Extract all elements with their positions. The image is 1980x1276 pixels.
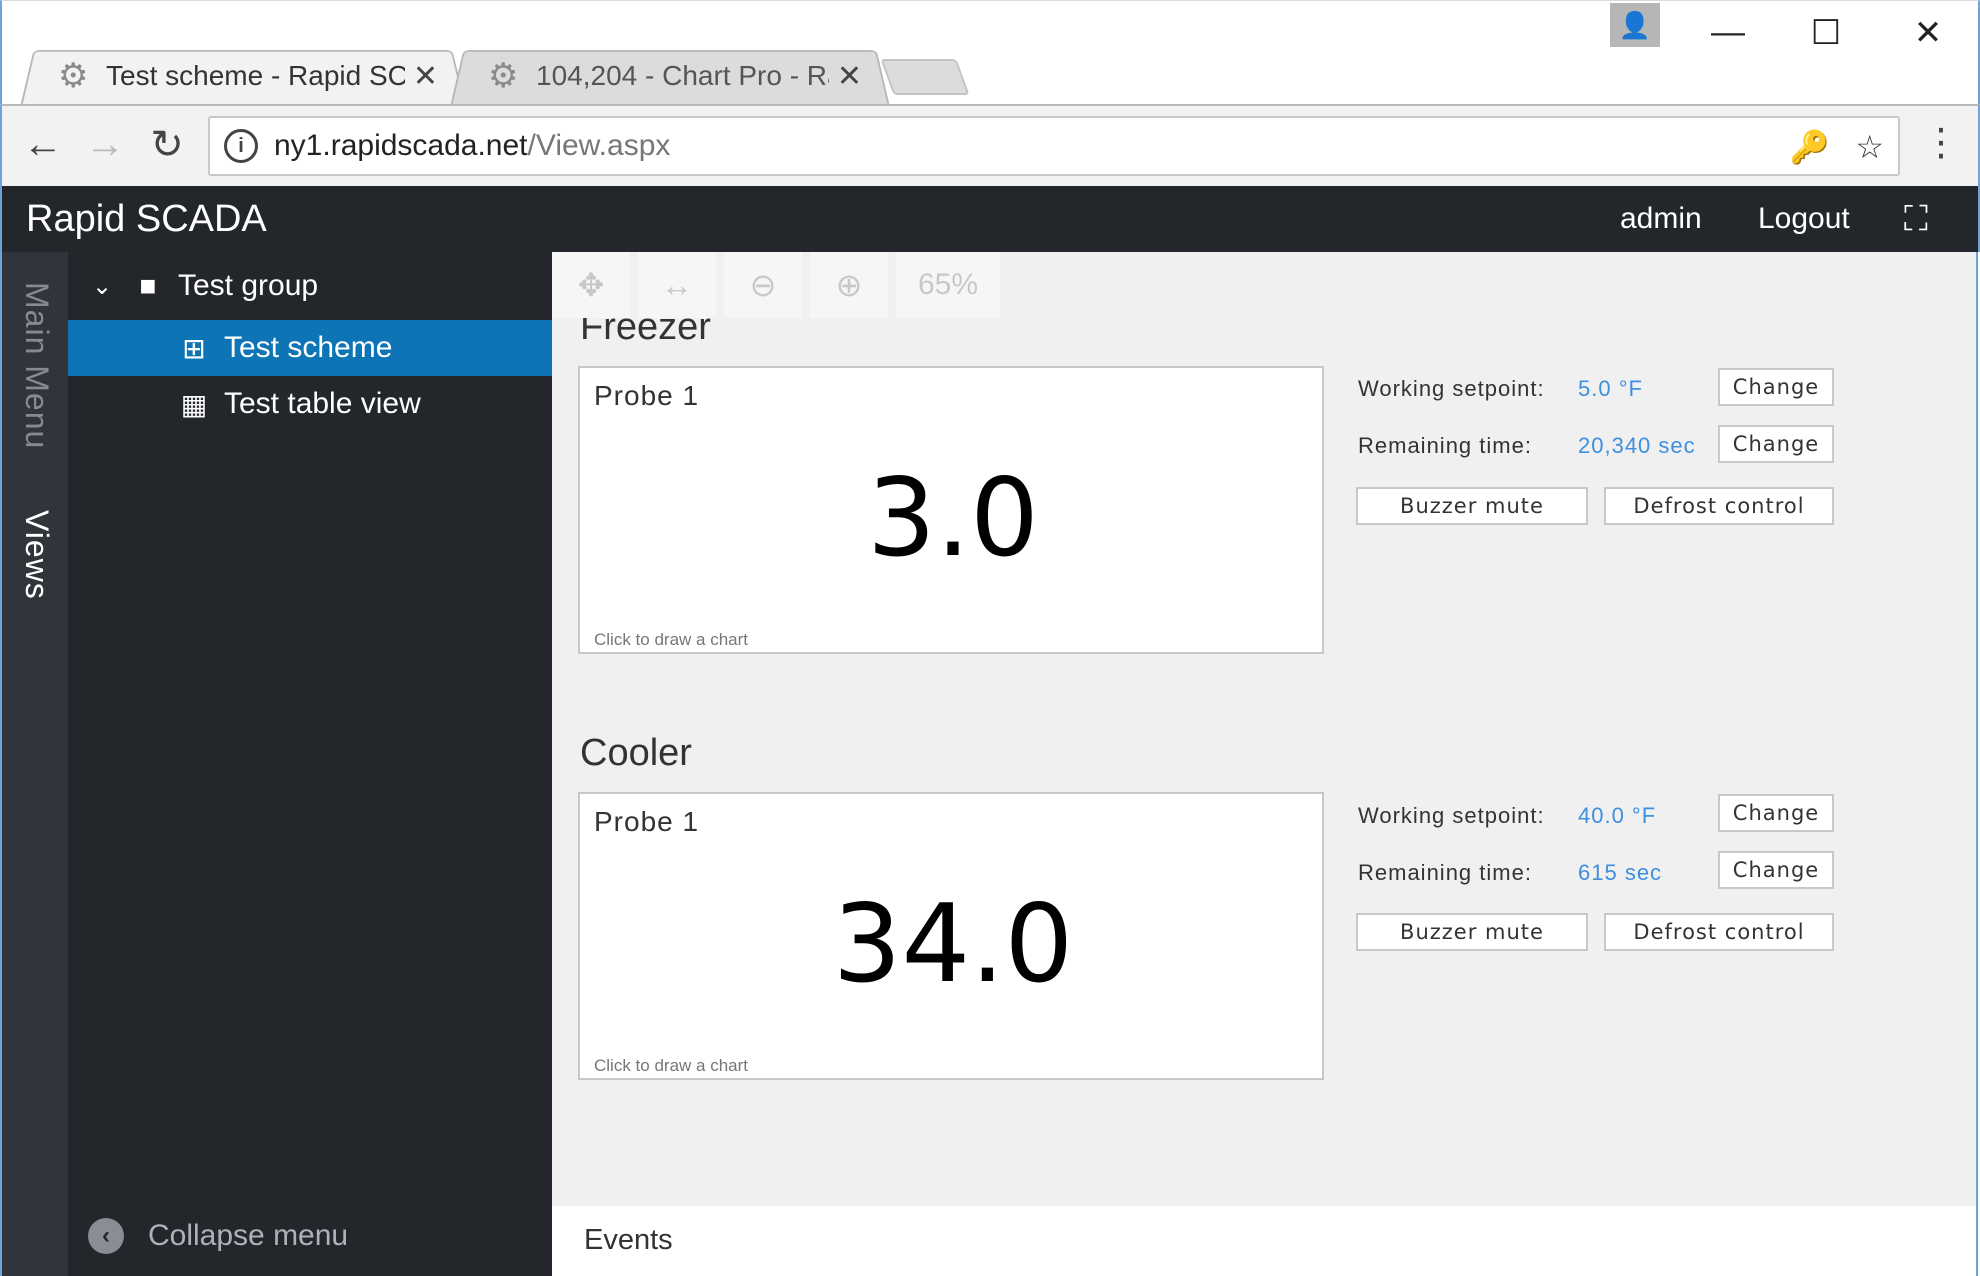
zoom-in-icon[interactable]: ⊕: [810, 252, 888, 318]
app-title: Rapid SCADA: [26, 198, 267, 240]
tab-views[interactable]: Views: [18, 510, 55, 600]
probe-display-cooler[interactable]: Probe 1 34.0 Click to draw a chart: [578, 792, 1324, 1080]
scheme-icon: ⊞: [182, 332, 206, 364]
setpoint-value: 40.0 °F: [1578, 803, 1657, 828]
zoom-level: 65%: [896, 252, 1000, 318]
reload-icon[interactable]: ↻: [142, 122, 192, 168]
zoom-out-icon[interactable]: ⊖: [724, 252, 802, 318]
remaining-time-label: Remaining time:: [1358, 860, 1532, 885]
fit-width-icon[interactable]: ↔: [638, 252, 716, 318]
buzzer-mute-button[interactable]: Buzzer mute: [1356, 487, 1588, 525]
probe-label: Probe 1: [594, 380, 700, 411]
change-remaining-button[interactable]: Change: [1718, 425, 1834, 463]
probe-display-freezer[interactable]: Probe 1 3.0 Click to draw a chart: [578, 366, 1324, 654]
defrost-control-button[interactable]: Defrost control: [1604, 913, 1834, 951]
fullscreen-icon[interactable]: ⛶: [1904, 200, 1928, 239]
setpoint-label: Working setpoint:: [1358, 803, 1545, 828]
tree-item-label: Test scheme: [224, 331, 393, 364]
view-tree: ⌄ ■ Test group ⊞ Test scheme ▦ Test tabl…: [68, 252, 552, 1276]
key-icon[interactable]: 🔑: [1789, 128, 1829, 166]
remaining-time-label: Remaining time:: [1358, 433, 1532, 458]
gear-icon: ⚙: [488, 57, 519, 95]
close-tab-icon[interactable]: ✕: [413, 59, 438, 94]
vertical-tab-bar: Main Menu Views: [0, 252, 68, 1276]
tree-group-label: Test group: [178, 269, 319, 302]
app-header: Rapid SCADA admin Logout ⛶: [0, 186, 1980, 252]
url-host: ny1.rapidscada.net: [274, 129, 528, 162]
setpoint-label: Working setpoint:: [1358, 376, 1545, 401]
folder-icon: ■: [139, 270, 157, 301]
logout-link[interactable]: Logout: [1758, 202, 1850, 236]
collapse-menu-label: Collapse menu: [148, 1219, 349, 1252]
tree-item-test-table-view[interactable]: ▦ Test table view: [68, 376, 552, 432]
new-tab-button[interactable]: [880, 59, 970, 95]
chevron-down-icon[interactable]: ⌄: [86, 272, 118, 301]
chevron-left-icon: ‹: [88, 1218, 124, 1254]
tab-title: Test scheme - Rapid SCADA: [106, 60, 405, 91]
tree-group-test-group[interactable]: ⌄ ■ Test group: [68, 258, 552, 314]
events-panel[interactable]: Events: [552, 1206, 1978, 1276]
info-icon[interactable]: i: [224, 129, 258, 163]
star-icon[interactable]: ☆: [1855, 128, 1884, 166]
close-tab-icon[interactable]: ✕: [837, 59, 862, 94]
events-label: Events: [584, 1224, 673, 1256]
remaining-time-value: 20,340 sec: [1578, 433, 1696, 458]
address-bar[interactable]: i ny1.rapidscada.net/View.aspx 🔑 ☆: [208, 116, 1900, 176]
forward-arrow-icon[interactable]: →: [80, 122, 130, 167]
scheme-area: Freezer Probe 1 3.0 Click to draw a char…: [552, 252, 1978, 1206]
user-link[interactable]: admin: [1620, 202, 1702, 236]
section-title-cooler: Cooler: [580, 732, 692, 774]
url-path: /View.aspx: [527, 129, 671, 162]
profile-icon[interactable]: 👤: [1610, 3, 1660, 47]
browser-toolbar: ← → ↻ i ny1.rapidscada.net/View.aspx 🔑 ☆…: [0, 104, 1980, 186]
buzzer-mute-button[interactable]: Buzzer mute: [1356, 913, 1588, 951]
browser-menu-icon[interactable]: ⋮: [1922, 120, 1960, 166]
tab-title: 104,204 - Chart Pro - Rapid SCADA: [536, 60, 829, 91]
browser-tab-inactive[interactable]: ⚙ 104,204 - Chart Pro - Rapid SCADA ✕: [450, 45, 890, 107]
defrost-control-button[interactable]: Defrost control: [1604, 487, 1834, 525]
maximize-button[interactable]: ☐: [1796, 13, 1856, 53]
back-arrow-icon[interactable]: ←: [18, 122, 68, 167]
probe-label: Probe 1: [594, 806, 700, 837]
probe-value: 3.0: [867, 456, 1039, 581]
tab-main-menu[interactable]: Main Menu: [18, 282, 55, 449]
scheme-toolbar: ✥ ↔ ⊖ ⊕ 65%: [552, 252, 1000, 318]
remaining-time-value: 615 sec: [1578, 860, 1663, 885]
probe-value: 34.0: [832, 882, 1074, 1007]
change-remaining-button[interactable]: Change: [1718, 851, 1834, 889]
tree-item-test-scheme[interactable]: ⊞ Test scheme: [68, 320, 552, 376]
change-setpoint-button[interactable]: Change: [1718, 368, 1834, 406]
setpoint-value: 5.0 °F: [1578, 376, 1643, 401]
gear-icon: ⚙: [58, 57, 89, 95]
chart-hint: Click to draw a chart: [594, 1056, 748, 1075]
chart-hint: Click to draw a chart: [594, 630, 748, 649]
collapse-menu-button[interactable]: ‹ Collapse menu: [88, 1218, 348, 1254]
table-icon: ▦: [180, 388, 208, 420]
close-window-button[interactable]: ✕: [1898, 13, 1958, 53]
move-icon[interactable]: ✥: [552, 252, 630, 318]
tree-item-label: Test table view: [224, 387, 421, 420]
minimize-button[interactable]: —: [1698, 13, 1758, 52]
browser-tab-active[interactable]: ⚙ Test scheme - Rapid SCADA ✕: [20, 45, 466, 107]
browser-titlebar: ⚙ Test scheme - Rapid SCADA ✕ ⚙ 104,204 …: [0, 0, 1980, 107]
change-setpoint-button[interactable]: Change: [1718, 794, 1834, 832]
